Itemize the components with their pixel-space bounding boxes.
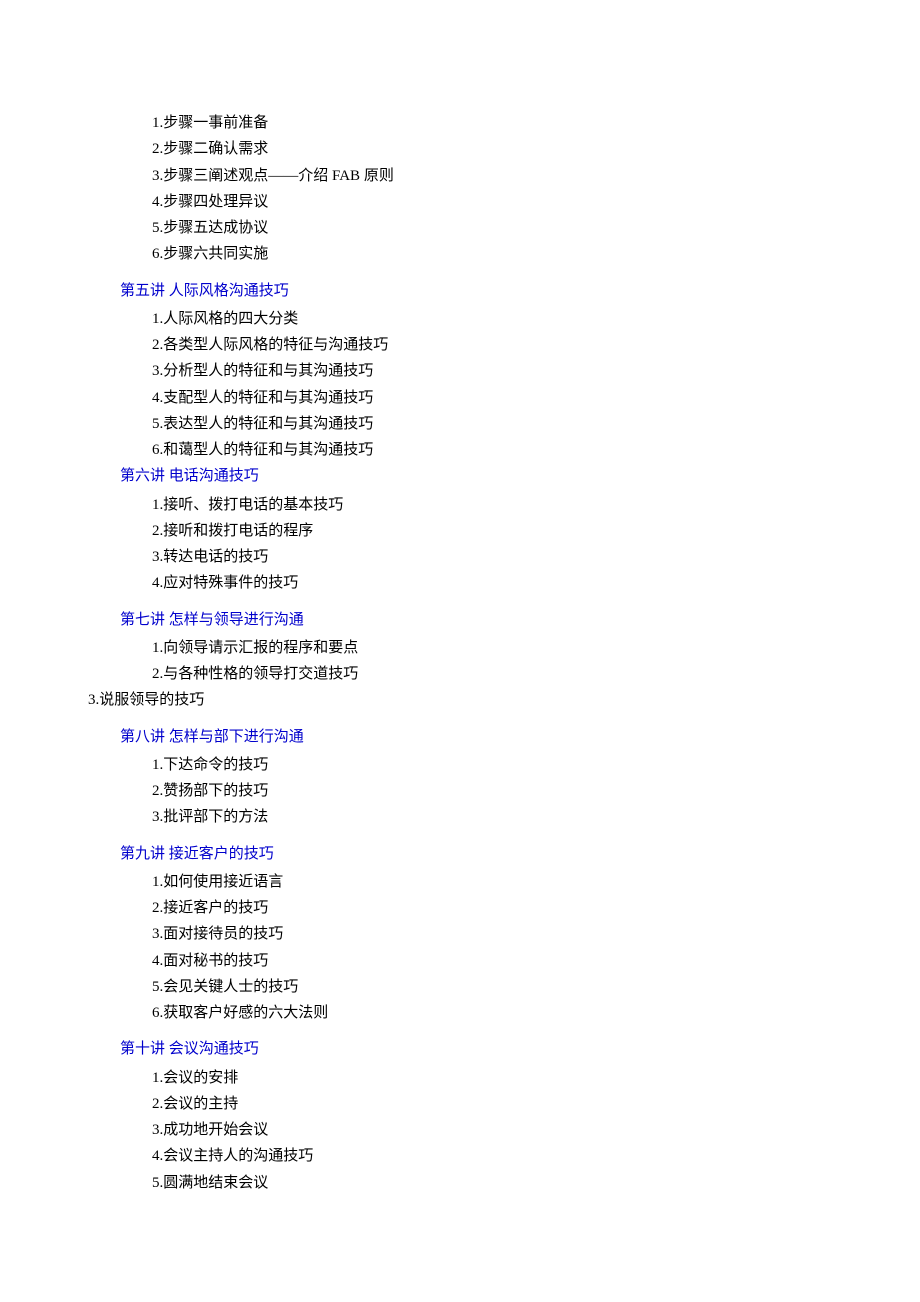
section-8: 第八讲 怎样与部下进行沟通 1.下达命令的技巧 2.赞扬部下的技巧 3.批评部下…	[120, 724, 920, 831]
section-6: 第六讲 电话沟通技巧 1.接听、拨打电话的基本技巧 2.接听和拨打电话的程序 3…	[120, 463, 920, 596]
list-item: 3.分析型人的特征和与其沟通技巧	[120, 358, 920, 384]
list-item: 1.接听、拨打电话的基本技巧	[120, 492, 920, 518]
section-10: 第十讲 会议沟通技巧 1.会议的安排 2.会议的主持 3.成功地开始会议 4.会…	[120, 1036, 920, 1196]
list-item: 4.步骤四处理异议	[120, 189, 920, 215]
section-heading: 第九讲 接近客户的技巧	[120, 841, 920, 867]
list-item: 3.批评部下的方法	[120, 804, 920, 830]
list-item: 2.与各种性格的领导打交道技巧	[120, 661, 920, 687]
section-9: 第九讲 接近客户的技巧 1.如何使用接近语言 2.接近客户的技巧 3.面对接待员…	[120, 841, 920, 1027]
list-item: 3.步骤三阐述观点——介绍 FAB 原则	[120, 163, 920, 189]
list-item: 1.向领导请示汇报的程序和要点	[120, 635, 920, 661]
list-item: 5.圆满地结束会议	[120, 1170, 920, 1196]
list-item: 2.步骤二确认需求	[120, 136, 920, 162]
list-item: 4.面对秘书的技巧	[120, 948, 920, 974]
section-heading: 第五讲 人际风格沟通技巧	[120, 278, 920, 304]
list-item: 2.会议的主持	[120, 1091, 920, 1117]
list-item: 3.成功地开始会议	[120, 1117, 920, 1143]
list-item: 3.转达电话的技巧	[120, 544, 920, 570]
list-item: 4.会议主持人的沟通技巧	[120, 1143, 920, 1169]
section-7: 第七讲 怎样与领导进行沟通 1.向领导请示汇报的程序和要点 2.与各种性格的领导…	[120, 607, 920, 714]
intro-section: 1.步骤一事前准备 2.步骤二确认需求 3.步骤三阐述观点——介绍 FAB 原则…	[120, 110, 920, 268]
list-item: 6.和蔼型人的特征和与其沟通技巧	[120, 437, 920, 463]
section-heading: 第六讲 电话沟通技巧	[120, 463, 920, 489]
list-item: 3.面对接待员的技巧	[120, 921, 920, 947]
section-heading: 第七讲 怎样与领导进行沟通	[120, 607, 920, 633]
list-item: 6.获取客户好感的六大法则	[120, 1000, 920, 1026]
list-item: 1.步骤一事前准备	[120, 110, 920, 136]
list-item: 5.步骤五达成协议	[120, 215, 920, 241]
list-item: 3.说服领导的技巧	[88, 687, 920, 713]
list-item: 1.如何使用接近语言	[120, 869, 920, 895]
list-item: 4.应对特殊事件的技巧	[120, 570, 920, 596]
list-item: 5.会见关键人士的技巧	[120, 974, 920, 1000]
section-heading: 第十讲 会议沟通技巧	[120, 1036, 920, 1062]
section-5: 第五讲 人际风格沟通技巧 1.人际风格的四大分类 2.各类型人际风格的特征与沟通…	[120, 278, 920, 464]
list-item: 1.下达命令的技巧	[120, 752, 920, 778]
list-item: 1.人际风格的四大分类	[120, 306, 920, 332]
list-item: 1.会议的安排	[120, 1065, 920, 1091]
list-item: 6.步骤六共同实施	[120, 241, 920, 267]
list-item: 5.表达型人的特征和与其沟通技巧	[120, 411, 920, 437]
list-item: 2.接听和拨打电话的程序	[120, 518, 920, 544]
list-item: 2.接近客户的技巧	[120, 895, 920, 921]
list-item: 2.各类型人际风格的特征与沟通技巧	[120, 332, 920, 358]
section-heading: 第八讲 怎样与部下进行沟通	[120, 724, 920, 750]
list-item: 2.赞扬部下的技巧	[120, 778, 920, 804]
list-item: 4.支配型人的特征和与其沟通技巧	[120, 385, 920, 411]
